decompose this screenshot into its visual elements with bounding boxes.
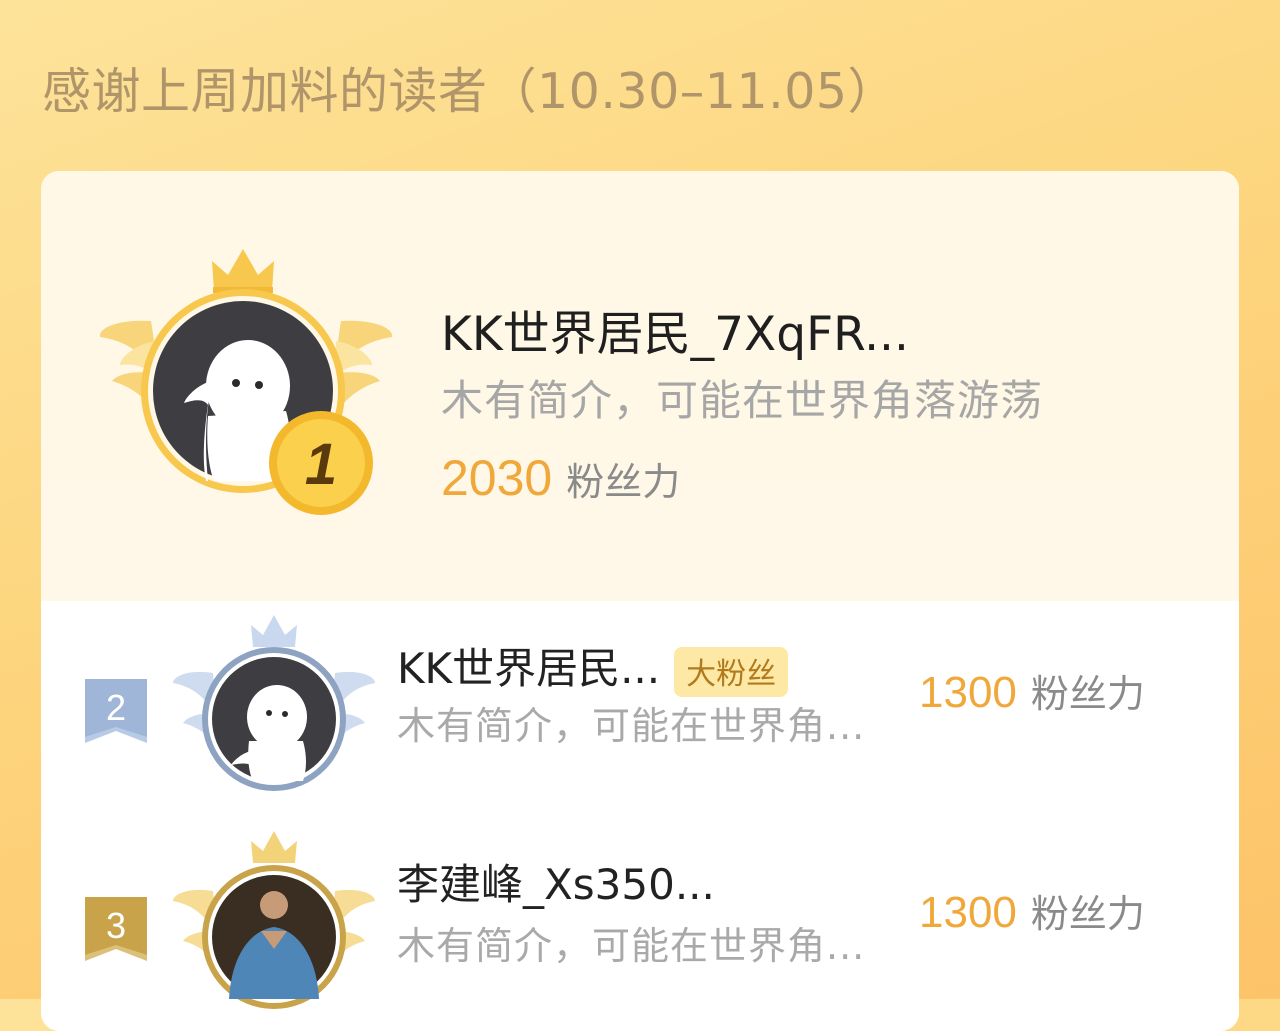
reader-avatar[interactable] <box>169 613 379 793</box>
reader-name[interactable]: KK世界居民... 大粉丝 <box>397 635 789 697</box>
top-reader-name[interactable]: KK世界居民_7XqFR... <box>441 295 909 364</box>
rank-medal-number: 1 <box>305 432 337 497</box>
top-avatar-frame[interactable]: 1 <box>96 241 396 521</box>
score-value: 2030 <box>441 450 553 506</box>
crown-icon <box>251 615 297 647</box>
top-reader-section[interactable]: 1 KK世界居民_7XqFR... 木有简介，可能在世界角落游荡 2030 粉丝力 <box>41 171 1239 601</box>
crown-icon <box>251 831 297 863</box>
score-unit: 粉丝力 <box>566 460 681 504</box>
reader-name[interactable]: 李建峰_Xs350... <box>397 851 715 912</box>
reader-score: 1300 粉丝力 <box>919 663 1145 718</box>
rank-number: 3 <box>105 905 127 946</box>
fan-badge: 大粉丝 <box>674 646 789 697</box>
score-unit: 粉丝力 <box>1030 672 1145 716</box>
reader-row[interactable]: 2 KK世界居民... 大粉丝 木有简介，可能在世界角... 1300 粉丝力 <box>41 601 1239 811</box>
page-title: 感谢上周加料的读者（10.30–11.05） <box>42 63 898 120</box>
reader-row[interactable]: 3 李建峰_Xs350... 木有简介，可能在世界角... 1300 粉丝力 <box>41 821 1239 1031</box>
rank-number: 2 <box>105 687 127 728</box>
reader-intro: 木有简介，可能在世界角... <box>397 704 866 748</box>
reader-intro: 木有简介，可能在世界角... <box>397 924 866 968</box>
reader-ranking-card: 1 KK世界居民_7XqFR... 木有简介，可能在世界角落游荡 2030 粉丝力… <box>41 171 1239 1031</box>
score-value: 1300 <box>919 888 1017 937</box>
reader-name-text[interactable]: KK世界居民... <box>397 644 660 693</box>
reader-score: 1300 粉丝力 <box>919 883 1145 938</box>
top-reader-score: 2030 粉丝力 <box>441 449 680 507</box>
top-reader-intro: 木有简介，可能在世界角落游荡 <box>441 376 1044 425</box>
score-value: 1300 <box>919 668 1017 717</box>
reader-avatar[interactable] <box>169 831 379 1011</box>
score-unit: 粉丝力 <box>1030 892 1145 936</box>
crown-icon <box>212 249 274 293</box>
rank-medal-icon: 1 <box>269 411 373 515</box>
